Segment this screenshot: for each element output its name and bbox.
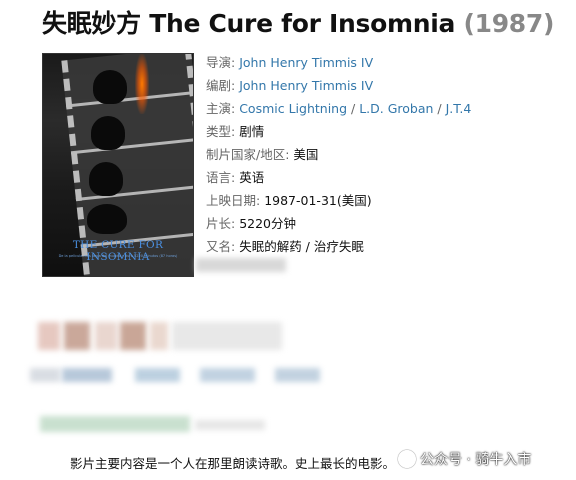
info-language: 语言: 英语 [206, 166, 471, 189]
info-release: 上映日期: 1987-01-31(美国) [206, 189, 471, 212]
wechat-logo-icon [398, 450, 416, 468]
info-cast: 主演: Cosmic Lightning / L.D. Groban / J.T… [206, 97, 471, 120]
genre-label: 类型: [206, 124, 236, 139]
redacted-region [275, 368, 320, 382]
redacted-region [172, 322, 282, 350]
info-runtime: 片长: 5220分钟 [206, 212, 471, 235]
genre-value: 剧情 [239, 124, 265, 139]
movie-year: (1987) [463, 9, 555, 38]
silhouette-figure [89, 162, 123, 196]
cast-separator: / [433, 101, 446, 116]
runtime-label: 片长: [206, 216, 236, 231]
release-value: 1987-01-31(美国) [264, 193, 372, 208]
movie-title: 失眠妙方 The Cure for Insomnia [42, 9, 456, 38]
redacted-region [150, 322, 168, 350]
director-label: 导演: [206, 55, 236, 70]
silhouette-figure [91, 116, 125, 150]
redacted-region [38, 322, 60, 350]
info-country: 制片国家/地区: 美国 [206, 143, 471, 166]
country-label: 制片国家/地区: [206, 147, 290, 162]
redacted-region [40, 416, 190, 432]
aka-label: 又名: [206, 239, 236, 254]
redacted-region [95, 322, 117, 350]
redacted-region [64, 322, 90, 350]
release-label: 上映日期: [206, 193, 261, 208]
movie-poster[interactable]: THE CURE FOR INSOMNIA De la película más… [43, 54, 193, 276]
poster-title: THE CURE FOR INSOMNIA [72, 239, 164, 263]
runtime-value: 5220分钟 [239, 216, 297, 231]
page-title: 失眠妙方 The Cure for Insomnia (1987) [42, 4, 554, 40]
info-director: 导演: John Henry Timmis IV [206, 51, 471, 74]
silhouette-figure [93, 70, 127, 104]
movie-description: 影片主要内容是一个人在那里朗读诗歌。史上最长的电影。 [70, 456, 396, 471]
info-writer: 编剧: John Henry Timmis IV [206, 74, 471, 97]
aka-value: 失眠的解药 / 治疗失眠 [239, 239, 364, 254]
info-genre: 类型: 剧情 [206, 120, 471, 143]
poster-subtitle: De la película más larga del mundo y dur… [58, 254, 178, 258]
cast-separator: / [347, 101, 360, 116]
redacted-region [30, 368, 60, 382]
cast-link-2[interactable]: L.D. Groban [359, 101, 433, 116]
movie-info: 导演: John Henry Timmis IV 编剧: John Henry … [206, 51, 471, 258]
info-aka: 又名: 失眠的解药 / 治疗失眠 [206, 235, 471, 258]
cast-link-1[interactable]: Cosmic Lightning [239, 101, 347, 116]
writer-label: 编剧: [206, 78, 236, 93]
silhouette-figure [87, 204, 127, 234]
redacted-region [120, 322, 146, 350]
redacted-region [62, 368, 112, 382]
redacted-region [195, 420, 265, 430]
country-value: 美国 [293, 147, 319, 162]
redacted-region [135, 368, 180, 382]
language-value: 英语 [239, 170, 265, 185]
cast-label: 主演: [206, 101, 236, 116]
writer-link[interactable]: John Henry Timmis IV [239, 78, 373, 93]
watermark: 公众号 · 骑牛入市 [398, 449, 531, 469]
language-label: 语言: [206, 170, 236, 185]
redacted-region [200, 368, 255, 382]
orange-flare-graphic [135, 54, 149, 114]
director-link[interactable]: John Henry Timmis IV [239, 55, 373, 70]
redacted-region [196, 258, 286, 272]
cast-link-3[interactable]: J.T.4 [446, 101, 472, 116]
watermark-text: 公众号 · 骑牛入市 [420, 452, 532, 468]
